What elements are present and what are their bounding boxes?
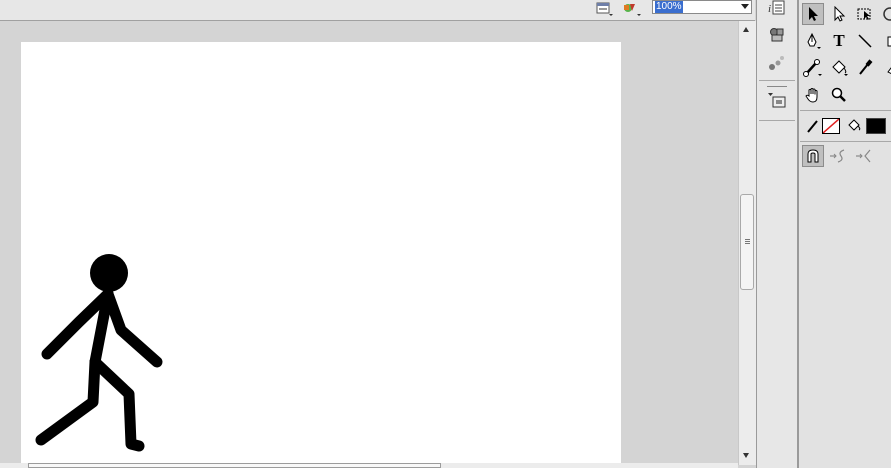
horizontal-scroll-thumb[interactable] — [28, 463, 441, 468]
zoom-field[interactable]: 100% — [652, 0, 752, 14]
components-icon[interactable] — [766, 90, 788, 112]
zoom-value[interactable]: 100% — [655, 1, 683, 13]
scroll-up-arrow-icon[interactable] — [743, 27, 749, 32]
collapsed-panels: i — [756, 0, 798, 468]
edit-bar: 100% — [0, 0, 755, 21]
eyedropper-tool-icon[interactable] — [854, 57, 876, 79]
zoom-dropdown-arrow-icon[interactable] — [741, 4, 749, 9]
stroke-color-swatch[interactable] — [822, 118, 840, 134]
zoom-tool-icon[interactable] — [828, 84, 850, 106]
hand-tool-icon[interactable] — [802, 84, 824, 106]
edit-scene-icon[interactable] — [593, 0, 615, 20]
line-tool-icon[interactable] — [854, 30, 876, 52]
stage[interactable] — [21, 42, 621, 468]
scroll-down-arrow-icon[interactable] — [743, 453, 749, 458]
snap-to-objects-icon[interactable] — [802, 145, 824, 167]
bone-tool-icon[interactable] — [802, 57, 824, 79]
tools-panel: T — [798, 0, 891, 468]
library-icon[interactable] — [766, 23, 788, 45]
smooth-icon[interactable] — [828, 145, 850, 167]
subselection-tool-icon[interactable] — [828, 3, 850, 25]
straighten-icon[interactable] — [854, 145, 876, 167]
motion-presets-icon[interactable] — [766, 52, 788, 74]
3d-rotation-tool-icon[interactable] — [878, 3, 891, 25]
stick-figure-head — [90, 254, 128, 292]
free-transform-tool-icon[interactable] — [854, 3, 876, 25]
edit-symbols-icon[interactable] — [620, 0, 642, 20]
paint-bucket-tool-icon[interactable] — [828, 57, 850, 79]
eraser-tool-icon[interactable] — [878, 57, 891, 79]
text-tool-icon[interactable]: T — [828, 30, 850, 52]
fill-color-swatch[interactable] — [866, 118, 886, 134]
rectangle-tool-icon[interactable] — [878, 30, 891, 52]
svg-text:i: i — [768, 3, 771, 15]
stroke-color-pencil-icon — [802, 115, 824, 137]
fill-color-bucket-icon — [843, 115, 865, 137]
scroll-thumb[interactable] — [740, 194, 754, 290]
vertical-scrollbar[interactable] — [738, 21, 756, 465]
selection-tool-icon[interactable] — [802, 3, 824, 25]
stick-figure[interactable] — [21, 42, 621, 468]
properties-icon[interactable]: i — [766, 0, 788, 20]
pen-tool-icon[interactable] — [802, 30, 824, 52]
